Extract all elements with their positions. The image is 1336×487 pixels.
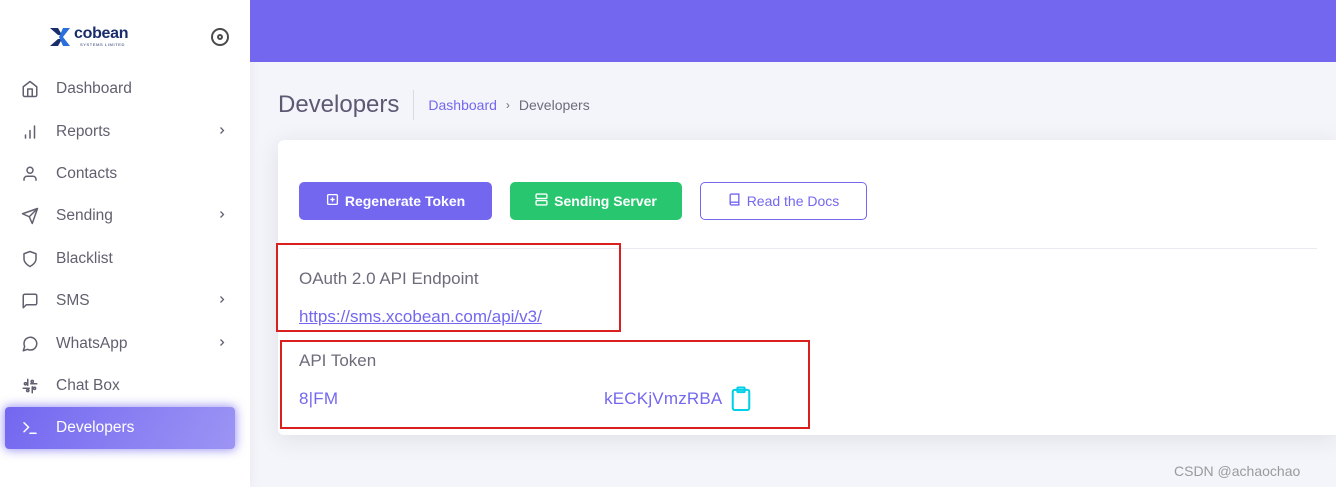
sidebar-item-label: Developers	[56, 419, 135, 437]
message-circle-icon	[20, 334, 40, 354]
sidebar-item-sms[interactable]: SMS	[0, 280, 250, 322]
user-icon	[20, 164, 40, 184]
sidebar-item-dashboard[interactable]: Dashboard	[0, 68, 250, 110]
slack-icon	[20, 376, 40, 396]
sidebar-menu: Dashboard Reports Contacts Sending Black…	[0, 68, 250, 450]
regenerate-token-label: Regenerate Token	[344, 193, 466, 209]
breadcrumb: Dashboard › Developers	[428, 97, 589, 113]
sidebar-collapse-toggle-icon[interactable]	[211, 28, 229, 46]
sidebar-item-blacklist[interactable]: Blacklist	[0, 238, 250, 280]
server-icon	[535, 193, 548, 209]
sidebar-item-label: Reports	[56, 122, 111, 140]
brand-subtitle: SYSTEMS LIMITED	[80, 42, 126, 47]
brand-name: cobean	[74, 25, 129, 42]
top-navbar	[250, 0, 1336, 62]
sidebar-item-chat-box[interactable]: Chat Box	[0, 365, 250, 407]
sidebar-item-sending[interactable]: Sending	[0, 195, 250, 237]
sidebar: cobean SYSTEMS LIMITED Dashboard Reports…	[0, 0, 250, 487]
home-icon	[20, 79, 40, 99]
plus-square-icon	[326, 193, 339, 209]
xcobean-logo-icon	[50, 28, 70, 46]
send-icon	[20, 206, 40, 226]
sidebar-item-label: SMS	[56, 292, 90, 310]
brand-text: cobean SYSTEMS LIMITED	[74, 25, 129, 48]
read-docs-button[interactable]: Read the Docs	[700, 182, 867, 220]
sidebar-item-contacts[interactable]: Contacts	[0, 153, 250, 195]
sidebar-item-label: Dashboard	[56, 80, 132, 98]
sidebar-item-label: Sending	[56, 207, 113, 225]
chevron-right-icon	[216, 124, 228, 139]
sending-server-label: Sending Server	[554, 193, 657, 209]
breadcrumb-current: Developers	[518, 97, 590, 113]
action-buttons: Regenerate Token Sending Server Read the…	[299, 182, 867, 220]
sidebar-item-reports[interactable]: Reports	[0, 110, 250, 152]
terminal-icon	[20, 418, 40, 438]
brand-logo[interactable]: cobean SYSTEMS LIMITED	[48, 22, 129, 52]
chevron-right-icon	[216, 336, 228, 351]
bar-chart-icon	[20, 122, 40, 142]
annotation-box-endpoint	[276, 243, 621, 332]
content-header: Developers Dashboard › Developers	[278, 88, 590, 122]
sidebar-item-developers[interactable]: Developers	[5, 407, 235, 450]
sidebar-item-label: Chat Box	[56, 376, 120, 394]
sending-server-button[interactable]: Sending Server	[510, 182, 682, 220]
sidebar-item-whatsapp[interactable]: WhatsApp	[0, 322, 250, 364]
sidebar-item-label: Blacklist	[56, 249, 113, 267]
chevron-right-icon	[216, 209, 228, 224]
breadcrumb-separator-icon: ›	[505, 98, 510, 112]
page-title: Developers	[278, 90, 415, 120]
sidebar-item-label: Contacts	[56, 164, 118, 182]
regenerate-token-button[interactable]: Regenerate Token	[299, 182, 492, 220]
chevron-right-icon	[216, 294, 228, 309]
shield-icon	[20, 249, 40, 269]
watermark: CSDN @achaochao	[1174, 463, 1301, 479]
book-icon	[728, 193, 741, 209]
annotation-box-token	[280, 340, 810, 429]
breadcrumb-link-dashboard[interactable]: Dashboard	[428, 97, 497, 113]
read-docs-label: Read the Docs	[746, 193, 840, 209]
message-square-icon	[20, 291, 40, 311]
sidebar-item-label: WhatsApp	[56, 334, 128, 352]
